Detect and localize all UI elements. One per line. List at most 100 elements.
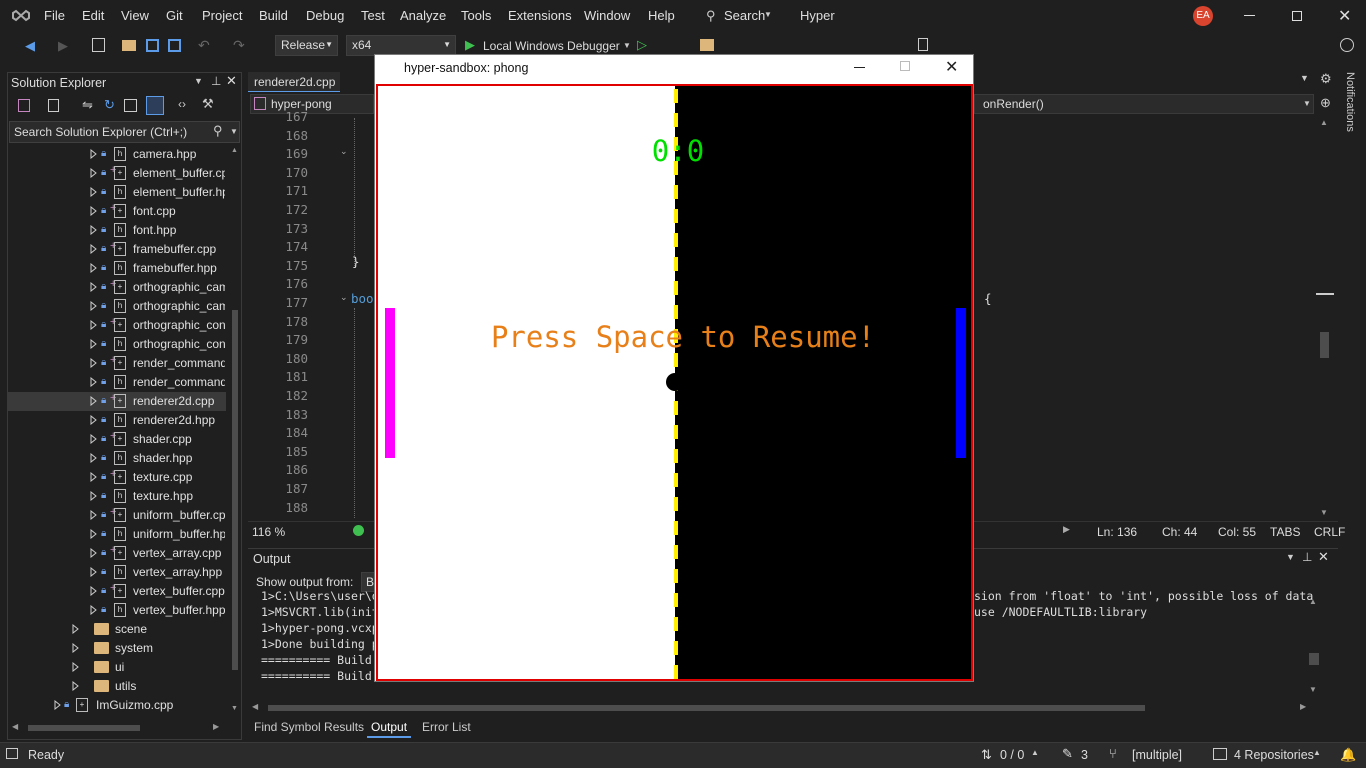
tree-file-item[interactable]: 🔒︎ h texture.hpp xyxy=(8,487,226,506)
status-col[interactable]: Col: 55 xyxy=(1218,525,1256,539)
status-repositories[interactable]: 4 Repositories xyxy=(1234,748,1314,762)
folder-icon[interactable] xyxy=(700,39,714,51)
expand-arrow-icon[interactable] xyxy=(90,187,97,197)
tree-file-item[interactable]: 🔒︎ + + vertex_buffer.cpp xyxy=(8,582,226,601)
open-folder-icon[interactable] xyxy=(122,40,136,51)
expand-arrow-icon[interactable] xyxy=(54,700,61,710)
start-without-debugging-icon[interactable]: ▷ xyxy=(637,37,647,53)
tree-file-item[interactable]: 🔒︎ h camera.hpp xyxy=(8,145,226,164)
bookmark-icon[interactable] xyxy=(918,38,928,51)
tree-file-item[interactable]: 🔒︎ + + vertex_array.cpp xyxy=(8,544,226,563)
expand-arrow-icon[interactable] xyxy=(90,149,97,159)
show-all-files-icon[interactable] xyxy=(146,96,164,115)
properties-icon[interactable]: ⚒ xyxy=(202,96,214,112)
expand-arrow-icon[interactable] xyxy=(90,453,97,463)
tree-file-item[interactable]: 🔒︎ h orthographic_controller.hpp xyxy=(8,335,226,354)
menu-extensions[interactable]: Extensions xyxy=(508,8,572,23)
expand-arrow-icon[interactable] xyxy=(90,396,97,406)
expand-arrow-icon[interactable] xyxy=(72,681,79,691)
game-canvas[interactable]: 0:0 Press Space to Resume! xyxy=(376,84,973,681)
sync-icon[interactable]: ⇋ xyxy=(82,97,93,113)
game-title-bar[interactable]: hyper-sandbox: phong ✕ xyxy=(375,55,973,83)
tree-file-item[interactable]: 🔒︎ + + uniform_buffer.cpp xyxy=(8,506,226,525)
status-crlf[interactable]: CRLF xyxy=(1314,525,1345,539)
scroll-up-icon[interactable]: ▲ xyxy=(1320,118,1328,127)
forward-icon[interactable]: ▶ xyxy=(58,38,68,54)
status-branch[interactable]: [multiple] xyxy=(1132,748,1182,762)
collapse-all-icon[interactable] xyxy=(124,99,137,112)
expand-arrow-icon[interactable] xyxy=(90,339,97,349)
save-icon[interactable] xyxy=(146,39,159,52)
expand-arrow-icon[interactable] xyxy=(90,244,97,254)
tree-folder-item[interactable]: system xyxy=(8,639,226,658)
fold-chevron-icon[interactable]: ⌄ xyxy=(340,146,348,157)
tree-file-item[interactable]: 🔒︎++render_command.cpp xyxy=(8,354,226,373)
tree-file-item[interactable]: 🔒︎ h vertex_array.hpp xyxy=(8,563,226,582)
scroll-down-icon[interactable]: ▼ xyxy=(231,705,238,712)
chevron-down-icon[interactable]: ▼ xyxy=(1286,552,1295,562)
expand-arrow-icon[interactable] xyxy=(90,567,97,577)
h-scrollbar[interactable]: ◀ ▶ xyxy=(8,721,229,735)
expand-arrow-icon[interactable] xyxy=(72,662,79,672)
tree-folder-item[interactable]: scene xyxy=(8,620,226,639)
back-icon[interactable]: ◀ xyxy=(25,38,35,54)
menu-window[interactable]: Window xyxy=(584,8,630,23)
tree-file-item[interactable]: 🔒︎ h render_command.hpp xyxy=(8,373,226,392)
scroll-left-icon[interactable]: ◀ xyxy=(252,702,258,711)
split-icon[interactable]: ⊕ xyxy=(1320,95,1331,111)
status-tabs[interactable]: TABS xyxy=(1270,525,1300,539)
vs-logo-icon[interactable] xyxy=(12,7,32,25)
scroll-left-icon[interactable]: ◀ xyxy=(12,722,18,731)
gear-icon[interactable]: ⚙ xyxy=(1320,71,1332,87)
tree-file-item[interactable]: 🔒︎ h font.hpp xyxy=(8,221,226,240)
menu-analyze[interactable]: Analyze xyxy=(400,8,446,23)
new-file-icon[interactable] xyxy=(48,99,59,112)
close-icon[interactable]: ✕ xyxy=(945,57,958,77)
status-pencil-count[interactable]: 3 xyxy=(1081,748,1088,762)
tree-file-item[interactable]: 🔒︎++orthographic_camera.cpp xyxy=(8,278,226,297)
expand-arrow-icon[interactable] xyxy=(90,168,97,178)
tree-scrollbar[interactable]: ▲ ▼ xyxy=(229,145,241,717)
close-icon[interactable]: ✕ xyxy=(1338,6,1351,26)
home-icon[interactable] xyxy=(18,99,30,112)
menu-project[interactable]: Project xyxy=(202,8,242,23)
expand-arrow-icon[interactable] xyxy=(90,225,97,235)
editor-scrollbar[interactable]: ▲ ▼ xyxy=(1316,116,1334,520)
close-icon[interactable]: ✕ xyxy=(1318,549,1329,565)
expand-arrow-icon[interactable] xyxy=(90,586,97,596)
expand-arrow-icon[interactable] xyxy=(90,282,97,292)
tree-file-item[interactable]: 🔒︎ + + element_buffer.cpp xyxy=(8,164,226,183)
avatar[interactable]: EA xyxy=(1193,6,1213,26)
expand-arrow-icon[interactable] xyxy=(90,472,97,482)
tree-file-item[interactable]: 🔒︎ h framebuffer.hpp xyxy=(8,259,226,278)
tree-folder-item[interactable]: ui xyxy=(8,658,226,677)
menu-file[interactable]: File xyxy=(44,8,65,23)
start-debugging-button[interactable]: ▶ Local Windows Debugger ▼ xyxy=(463,36,633,56)
scroll-down-icon[interactable]: ▼ xyxy=(1309,685,1317,694)
scroll-right-icon[interactable]: ▶ xyxy=(1300,702,1306,711)
menu-build[interactable]: Build xyxy=(259,8,288,23)
expand-arrow-icon[interactable] xyxy=(90,377,97,387)
feedback-icon[interactable] xyxy=(1340,38,1354,52)
notification-bell-icon[interactable]: 🔔 xyxy=(1340,747,1356,763)
scroll-thumb[interactable] xyxy=(1320,332,1329,358)
close-icon[interactable]: ✕ xyxy=(226,73,237,89)
tab-output[interactable]: Output xyxy=(367,718,412,738)
scroll-thumb[interactable] xyxy=(232,310,238,670)
fold-chevron-icon[interactable]: ⌄ xyxy=(340,292,348,303)
menu-view[interactable]: View xyxy=(121,8,149,23)
scroll-up-icon[interactable]: ▲ xyxy=(231,147,238,154)
refresh-icon[interactable]: ↻ xyxy=(104,97,115,113)
minimize-icon[interactable] xyxy=(1244,15,1255,16)
menu-edit[interactable]: Edit xyxy=(82,8,104,23)
expand-arrow-icon[interactable] xyxy=(90,263,97,273)
tree-file-item[interactable]: 🔒︎ h element_buffer.hpp xyxy=(8,183,226,202)
expand-arrow-icon[interactable] xyxy=(90,548,97,558)
scroll-right-icon[interactable]: ▶ xyxy=(1063,524,1070,535)
expand-arrow-icon[interactable] xyxy=(90,434,97,444)
expand-arrow-icon[interactable] xyxy=(90,529,97,539)
tree-file-item[interactable]: 🔒︎ + + font.cpp xyxy=(8,202,226,221)
tab-renderer2d[interactable]: renderer2d.cpp xyxy=(248,72,340,92)
redo-icon[interactable]: ↷ xyxy=(233,37,245,54)
tree-file-item[interactable]: 🔒︎++orthographic_controller.cpp xyxy=(8,316,226,335)
